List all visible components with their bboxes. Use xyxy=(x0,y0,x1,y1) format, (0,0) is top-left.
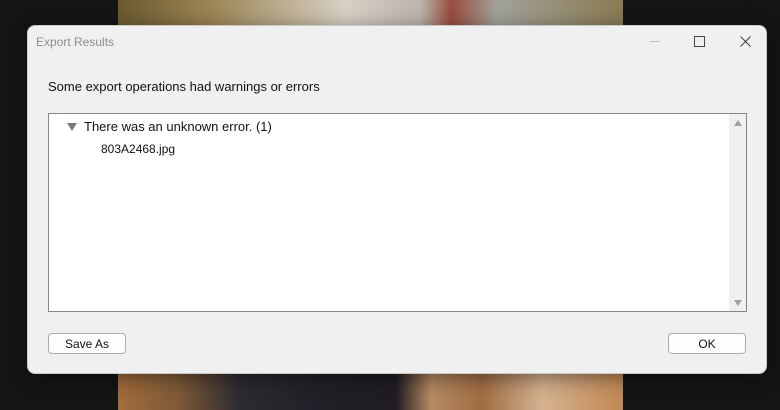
expand-triangle-icon[interactable] xyxy=(67,123,77,131)
tree-group-unknown-error[interactable]: There was an unknown error. (1) xyxy=(67,119,272,134)
ok-button[interactable]: OK xyxy=(668,333,746,354)
dialog-message: Some export operations had warnings or e… xyxy=(48,79,320,94)
window-title: Export Results xyxy=(36,35,115,49)
export-results-dialog: Export Results Some export operations ha… xyxy=(27,25,767,374)
tree-group-label: There was an unknown error. (1) xyxy=(84,119,272,134)
close-button[interactable] xyxy=(722,26,768,56)
minimize-button[interactable] xyxy=(632,26,678,56)
save-as-button[interactable]: Save As xyxy=(48,333,126,354)
background-photo-top xyxy=(118,0,623,28)
scroll-up-button[interactable] xyxy=(729,114,746,131)
vertical-scrollbar[interactable] xyxy=(729,114,746,311)
scroll-down-icon xyxy=(733,299,742,306)
maximize-button[interactable] xyxy=(676,26,722,56)
maximize-icon xyxy=(693,35,705,47)
tree-item-file[interactable]: 803A2468.jpg xyxy=(101,142,175,156)
minimize-icon xyxy=(650,40,660,42)
scroll-down-button[interactable] xyxy=(729,294,746,311)
results-tree[interactable]: There was an unknown error. (1) 803A2468… xyxy=(48,113,747,312)
close-icon xyxy=(739,35,751,47)
background-photo-bottom xyxy=(118,373,623,410)
title-bar[interactable]: Export Results xyxy=(28,26,766,56)
scroll-up-icon xyxy=(733,119,742,126)
